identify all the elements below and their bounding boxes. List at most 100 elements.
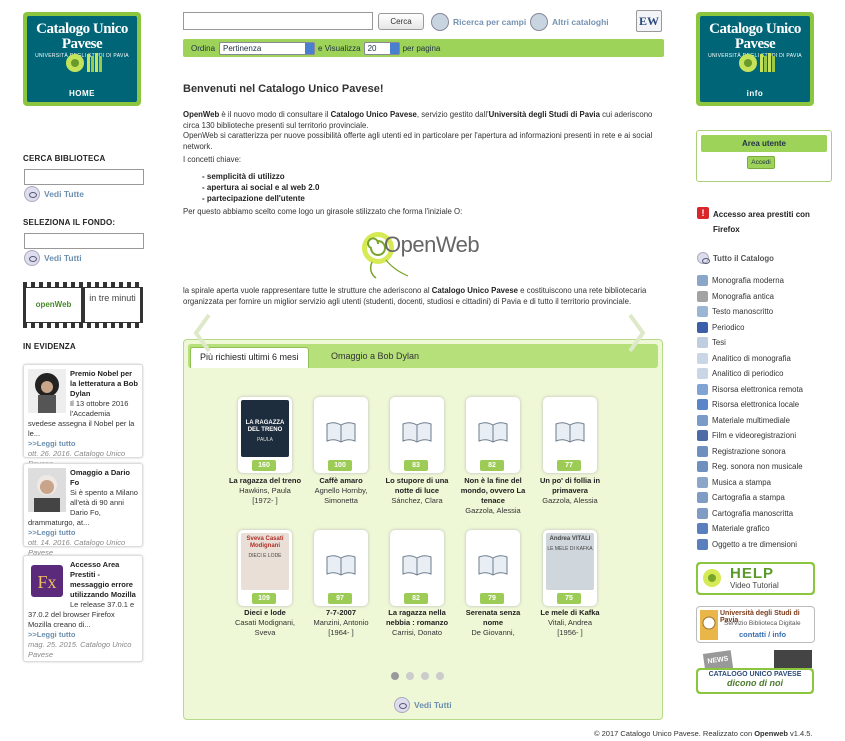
unipv-line2: Servizio Biblioteca Digitale	[724, 620, 801, 627]
material-type-link[interactable]: Reg. sonora non musicale	[697, 461, 803, 472]
news-date: mag. 25. 2015.	[28, 640, 79, 649]
book-title[interactable]: Un po' di follia in primavera	[532, 476, 608, 496]
book-author: Sánchez, Clara	[391, 496, 443, 505]
news-card[interactable]: Premio Nobel per la letteratura a Bob Dy…	[23, 364, 143, 468]
dicono-di-noi-link[interactable]: NEWS CATALOGO UNICO PAVESE dicono di noi	[696, 650, 815, 696]
other-catalogs-link[interactable]: Altri cataloghi	[530, 13, 609, 31]
easyweb-badge[interactable]: EW	[636, 10, 662, 32]
home-logo[interactable]: Catalogo Unico Pavese UNIVERSITÀ DEGLI S…	[23, 12, 141, 106]
book-title[interactable]: La ragazza nella nebbia : romanzo	[379, 608, 455, 628]
magnifier-icon	[431, 13, 449, 31]
material-type-icon	[697, 275, 708, 286]
material-type-icon	[697, 476, 708, 488]
material-type-link[interactable]: Analitico di monografia	[697, 352, 791, 364]
material-type-link[interactable]: Materiale grafico	[697, 523, 770, 534]
book-title[interactable]: 7-7-2007	[303, 608, 379, 618]
loan-count-badge: 82	[480, 460, 504, 471]
material-type-link[interactable]: Oggetto a tre dimensioni	[697, 538, 797, 550]
tutto-catalogo-link[interactable]: Tutto il Catalogo	[697, 252, 774, 264]
page-size-select[interactable]: 20	[363, 41, 400, 55]
svg-text:Fx: Fx	[37, 572, 56, 592]
book-card[interactable]: Andrea VITALI LE MELE DI KAFKA 75	[543, 530, 597, 606]
dicono-line2: dicono di noi	[727, 678, 783, 688]
news-card[interactable]: Omaggio a Dario Fo Si è spento a Milano …	[23, 463, 143, 557]
book-dates: [1964- ]	[328, 628, 354, 637]
footer-brand[interactable]: Openweb	[754, 729, 788, 738]
leggi-tutto-link[interactable]: >>Leggi tutto	[28, 630, 138, 640]
spiral-catalogo: Catalogo Unico Pavese	[431, 286, 519, 295]
material-type-link[interactable]: Risorsa elettronica remota	[697, 383, 803, 395]
order-select[interactable]: Pertinenza	[219, 41, 316, 55]
vedi-tutti-fondi-link[interactable]: Vedi Tutti	[24, 250, 82, 266]
material-type-link[interactable]: Materiale multimediale	[697, 414, 790, 426]
search-button[interactable]: Cerca	[378, 13, 424, 30]
material-type-link[interactable]: Risorsa elettronica locale	[697, 399, 799, 410]
carousel-dot[interactable]	[421, 672, 429, 680]
material-type-link[interactable]: Testo manoscritto	[697, 306, 773, 317]
help-video-tutorial-button[interactable]: HELP Video Tutorial	[696, 562, 815, 595]
material-type-link[interactable]: Monografia moderna	[697, 275, 784, 286]
carousel-dot[interactable]	[436, 672, 444, 680]
book-title[interactable]: Le mele di Kafka	[532, 608, 608, 618]
book-card[interactable]: Sveva Casati Modignani DIECI E LODE 109	[238, 530, 292, 606]
book-card[interactable]: 83	[390, 397, 444, 473]
video-tutorial-filmstrip[interactable]: openWeb in tre minuti	[23, 282, 143, 328]
intro-universita: Università degli Studi di Pavia	[488, 110, 600, 119]
carousel-next-arrow[interactable]	[628, 313, 646, 353]
material-type-link[interactable]: Film e videoregistrazioni	[697, 430, 796, 441]
book-card[interactable]: 79	[466, 530, 520, 606]
carousel-vedi-tutti-link[interactable]: Vedi Tutti	[394, 697, 452, 713]
intro-paragraph: OpenWeb è il nuovo modo di consultare il…	[183, 110, 663, 152]
material-type-link[interactable]: Periodico	[697, 321, 745, 333]
book-author: Casati Modignani, Sveva	[234, 618, 296, 637]
book-card[interactable]: 82	[390, 530, 444, 606]
leggi-tutto-link[interactable]: >>Leggi tutto	[28, 439, 138, 449]
book-title[interactable]: Non è la fine del mondo, ovvero La tenac…	[455, 476, 531, 506]
film-holes-top	[23, 282, 143, 287]
book-card[interactable]: 97	[314, 530, 368, 606]
fondo-input[interactable]	[24, 233, 144, 249]
library-search-input[interactable]	[24, 169, 144, 185]
biblioteca-digitale-link[interactable]: Università degli Studi di Pavia Servizio…	[696, 606, 815, 643]
book-title[interactable]: La ragazza del treno	[227, 476, 303, 486]
advanced-search-link[interactable]: Ricerca per campi	[431, 13, 526, 31]
area-utente-heading: Area utente	[701, 135, 827, 152]
info-logo[interactable]: Catalogo Unico Pavese UNIVERSITÀ DEGLI S…	[696, 12, 814, 106]
material-type-link[interactable]: Monografia antica	[697, 290, 774, 302]
leggi-tutto-link[interactable]: >>Leggi tutto	[28, 528, 138, 538]
loan-count-badge: 79	[480, 593, 504, 604]
area-utente-panel: Area utente Accedi	[696, 130, 832, 182]
loan-count-badge: 82	[404, 593, 428, 604]
books-icon	[530, 13, 548, 31]
intro-openweb: OpenWeb	[183, 110, 220, 119]
material-type-link[interactable]: Musica a stampa	[697, 476, 771, 488]
news-card[interactable]: Fx Accesso Area Prestiti - messaggio err…	[23, 555, 143, 662]
material-type-label: Materiale grafico	[712, 524, 770, 533]
material-type-label: Reg. sonora non musicale	[712, 462, 803, 471]
search-input[interactable]	[183, 12, 373, 30]
book-title[interactable]: Caffè amaro	[303, 476, 379, 486]
material-type-link[interactable]: Tesi	[697, 337, 726, 348]
tab-bob-dylan[interactable]: Omaggio a Bob Dylan	[322, 347, 428, 368]
book-card[interactable]: 100	[314, 397, 368, 473]
material-type-icon	[697, 538, 708, 550]
book-title[interactable]: Dieci e lode	[227, 608, 303, 618]
book-card[interactable]: 82	[466, 397, 520, 473]
carousel-prev-arrow[interactable]	[193, 313, 211, 353]
accedi-button[interactable]: Accedi	[747, 156, 775, 169]
prestiti-firefox-link[interactable]: ! Accesso area prestiti con Firefox	[697, 207, 818, 237]
material-type-link[interactable]: Cartografia manoscritta	[697, 507, 793, 519]
book-card[interactable]: 77	[543, 397, 597, 473]
book-title[interactable]: Serenata senza nome	[455, 608, 531, 628]
carousel-dot[interactable]	[406, 672, 414, 680]
book-title[interactable]: Lo stupore di una notte di luce	[379, 476, 455, 496]
vedi-tutte-link[interactable]: Vedi Tutte	[24, 186, 84, 202]
book-author: De Giovanni,	[471, 628, 515, 637]
material-type-link[interactable]: Registrazione sonora	[697, 445, 786, 457]
material-type-link[interactable]: Cartografia a stampa	[697, 492, 785, 503]
material-type-link[interactable]: Analitico di periodico	[697, 368, 784, 379]
book-card[interactable]: LA RAGAZZA DEL TRENO PAULA 160	[238, 397, 292, 473]
book-cover-title: Andrea VITALI	[549, 536, 591, 542]
loan-count-badge: 100	[328, 460, 352, 471]
carousel-dot-active[interactable]	[391, 672, 399, 680]
